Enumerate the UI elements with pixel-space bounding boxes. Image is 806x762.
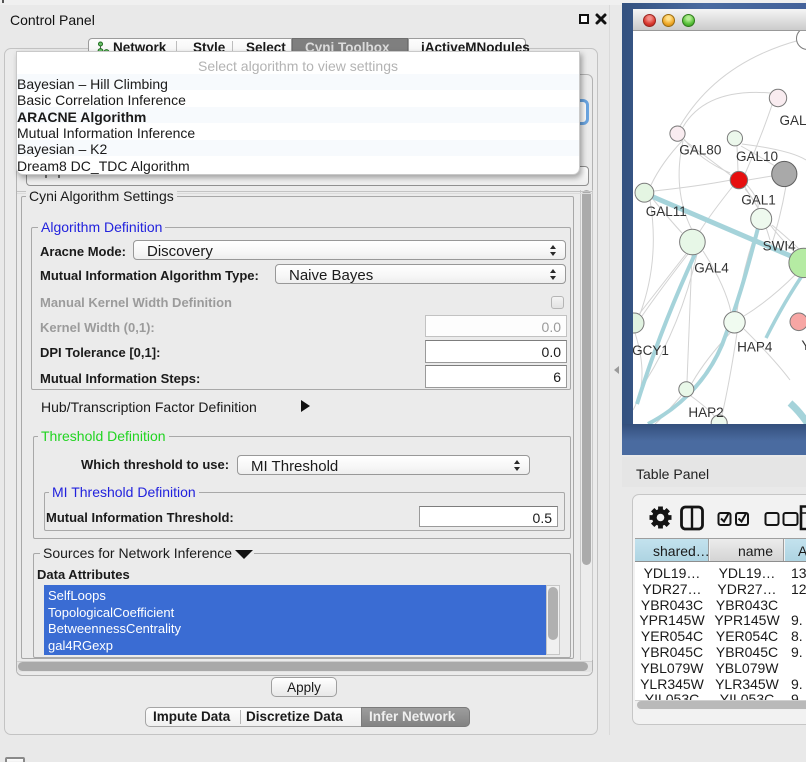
svg-text:HAP2: HAP2 — [688, 405, 723, 420]
svg-text:GCY1: GCY1 — [633, 343, 669, 358]
svg-text:GAL80: GAL80 — [679, 143, 721, 158]
svg-text:HAP4: HAP4 — [737, 339, 773, 354]
svg-text:GAL11: GAL11 — [646, 204, 687, 219]
svg-text:GAL10: GAL10 — [736, 149, 778, 164]
svg-text:SWI4: SWI4 — [763, 238, 796, 253]
svg-text:GAL: GAL — [780, 113, 806, 128]
svg-text:Y: Y — [801, 338, 806, 353]
svg-text:GAL1: GAL1 — [741, 193, 776, 208]
svg-text:GAL4: GAL4 — [694, 260, 729, 275]
